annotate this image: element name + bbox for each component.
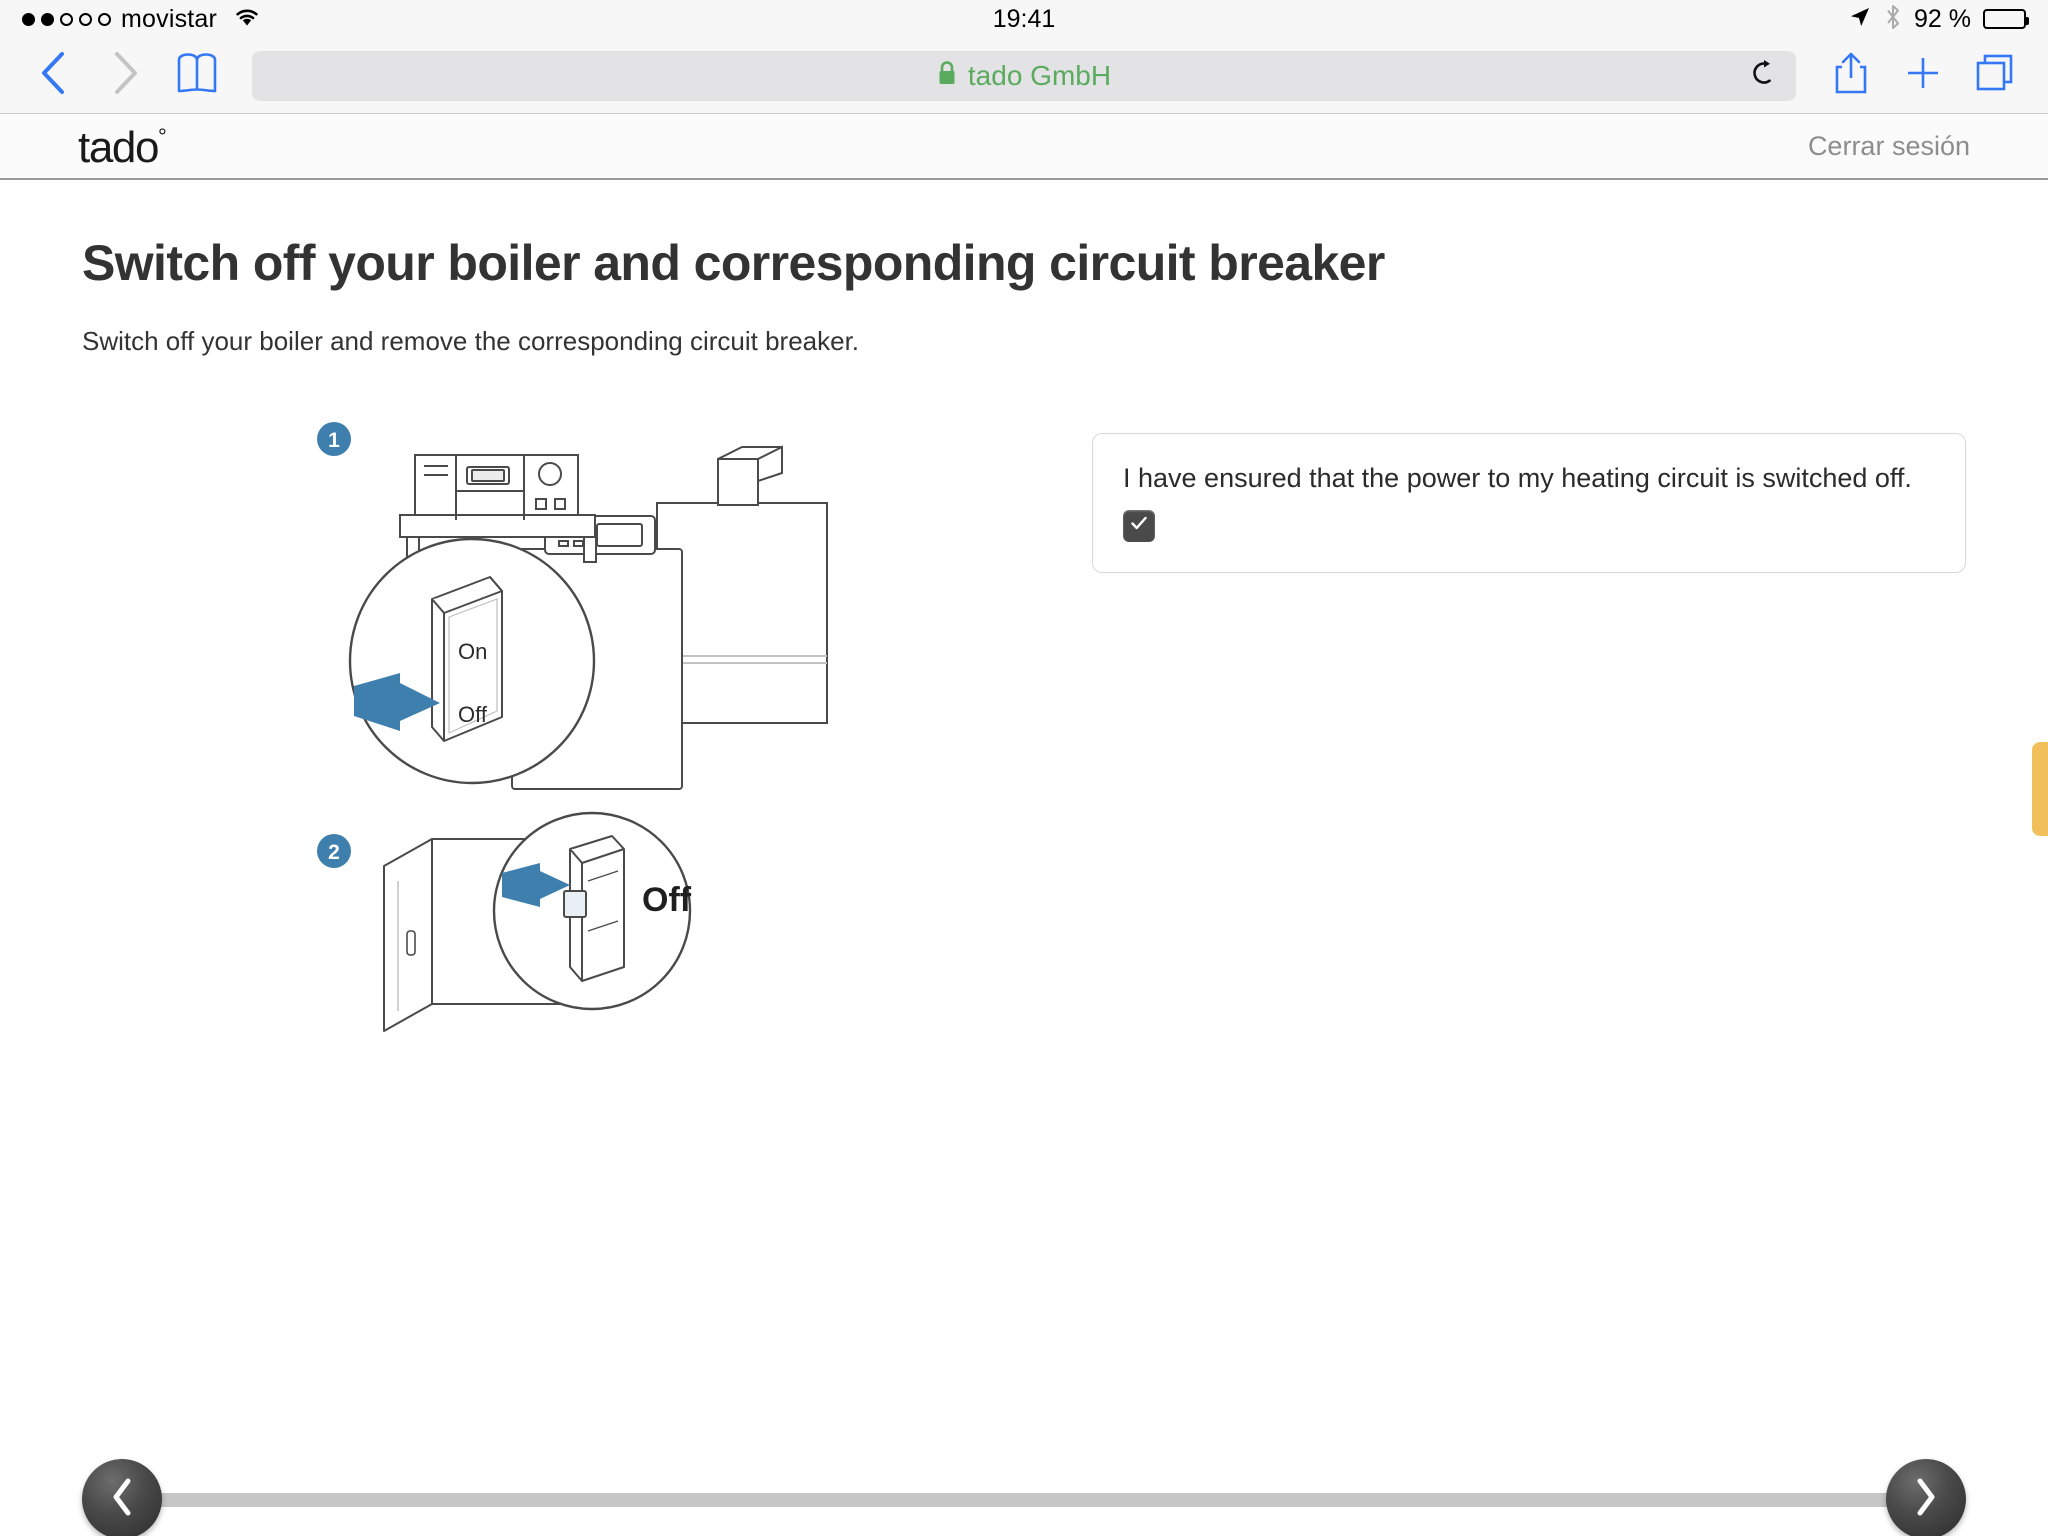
signal-dot-4 (79, 12, 92, 26)
illustration-column: 1 On Off 2 Off (82, 411, 1052, 1136)
page-content: Switch off your boiler and corresponding… (0, 234, 2048, 1536)
back-button[interactable] (22, 48, 84, 104)
status-bar-right: 92 % (1848, 0, 2029, 38)
boiler-breaker-illustration: 1 On Off 2 Off (312, 411, 1052, 1136)
previous-button[interactable] (82, 1459, 162, 1536)
book-icon (173, 52, 221, 99)
signal-dot-3 (60, 12, 73, 26)
plus-icon (1903, 53, 1943, 98)
carrier-label: movistar (121, 4, 218, 33)
signal-dot-1 (22, 12, 35, 26)
forward-button (94, 48, 156, 104)
chevron-right-icon (108, 49, 142, 102)
svg-text:Off: Off (642, 881, 692, 919)
lock-icon (937, 60, 957, 91)
svg-text:2: 2 (328, 841, 340, 864)
address-bar[interactable]: tado GmbH (252, 50, 1796, 101)
tado-logo-degree: ° (158, 124, 167, 150)
svg-text:1: 1 (328, 429, 340, 452)
battery-percent-label: 92 % (1914, 4, 1971, 33)
page-title: Switch off your boiler and corresponding… (82, 235, 1385, 291)
browser-toolbar: tado GmbH (0, 38, 2048, 114)
confirmation-label: I have ensured that the power to my heat… (1123, 463, 1912, 493)
status-bar-left: movistar (22, 5, 261, 34)
tado-logo: tado° (78, 123, 167, 172)
status-bar: movistar 19:41 92 % (0, 0, 2048, 38)
show-tabs-button[interactable] (1964, 48, 2026, 104)
share-button[interactable] (1820, 48, 1882, 104)
signal-strength-dots (22, 12, 111, 26)
wifi-icon (233, 6, 261, 33)
chevron-right-icon (1911, 1477, 1941, 1522)
support-phone-tab[interactable] (2032, 742, 2048, 836)
page-subtitle: Switch off your boiler and remove the co… (82, 326, 860, 356)
signal-dot-5 (98, 12, 111, 26)
signal-dot-2 (41, 12, 54, 26)
bookmarks-button[interactable] (166, 48, 228, 104)
confirmation-box: I have ensured that the power to my heat… (1092, 433, 1966, 573)
bluetooth-icon (1884, 4, 1902, 35)
checkmark-icon (1128, 512, 1150, 539)
address-bar-text: tado GmbH (967, 59, 1112, 91)
share-up-icon (1832, 49, 1870, 102)
location-arrow-icon (1848, 5, 1872, 34)
next-button[interactable] (1886, 1459, 1966, 1536)
status-bar-clock: 19:41 (992, 4, 1056, 33)
content-row: 1 On Off 2 Off I have ensured that the p… (82, 411, 1966, 1136)
reload-icon (1749, 58, 1779, 93)
svg-text:Off: Off (458, 702, 488, 727)
chevron-left-icon (107, 1477, 137, 1522)
power-off-checkbox[interactable] (1123, 509, 1155, 542)
reload-button[interactable] (1742, 54, 1786, 98)
svg-text:On: On (458, 639, 487, 664)
progress-track (124, 1493, 1924, 1507)
footer-navigation: Previous Next © tado° (82, 1449, 1966, 1536)
new-tab-button[interactable] (1892, 48, 1954, 104)
tabs-icon (1973, 51, 2017, 100)
battery-icon (1983, 9, 2029, 29)
chevron-left-icon (36, 49, 70, 102)
logout-link[interactable]: Cerrar sesión (1808, 131, 1970, 162)
confirmation-column: I have ensured that the power to my heat… (1092, 411, 1966, 1136)
tado-logo-text: tado (78, 123, 159, 172)
site-header: tado° Cerrar sesión (0, 114, 2048, 180)
